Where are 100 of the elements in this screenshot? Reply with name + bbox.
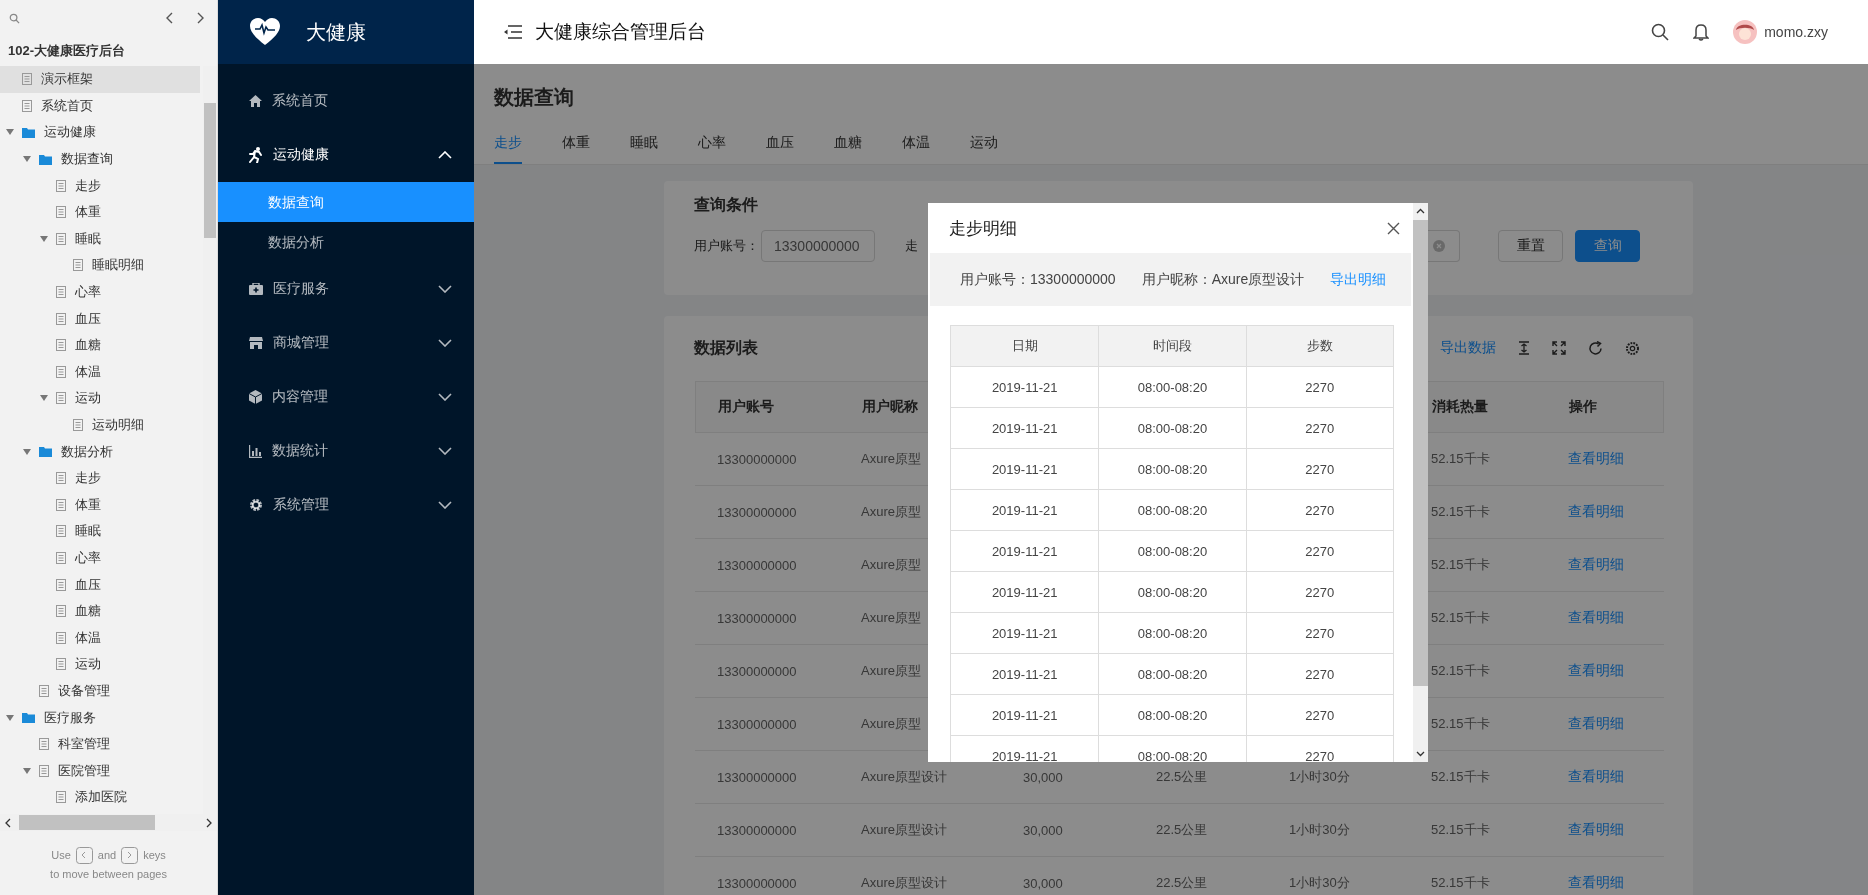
table-cell: 2270 xyxy=(1245,531,1393,571)
tree-item[interactable]: 血糖 xyxy=(0,331,200,359)
tree-item[interactable]: 添加医院 xyxy=(0,784,200,811)
tree-item[interactable]: 走步 xyxy=(0,464,200,492)
expand-triangle-icon[interactable] xyxy=(23,448,31,455)
scrollbar-thumb[interactable] xyxy=(19,815,155,830)
card-title: 数据列表 xyxy=(694,337,758,358)
user-name[interactable]: momo.zxy xyxy=(1764,24,1828,40)
table-cell: 08:00-08:20 xyxy=(1098,449,1246,489)
hint-text: Use xyxy=(51,849,71,861)
tree-item[interactable]: 睡眠明细 xyxy=(0,252,200,279)
menu-item[interactable]: 内容管理 xyxy=(218,370,474,424)
tree-item[interactable]: 运动明细 xyxy=(0,411,200,439)
table-cell: 08:00-08:20 xyxy=(1098,695,1246,735)
tab[interactable]: 血压 xyxy=(766,134,794,164)
page-icon xyxy=(73,259,83,272)
menu-item[interactable]: 系统首页 xyxy=(218,74,474,128)
tab[interactable]: 心率 xyxy=(698,134,726,164)
row-height-icon[interactable] xyxy=(1518,341,1530,355)
menu-item[interactable]: 医疗服务 xyxy=(218,262,474,316)
scrollbar-thumb[interactable] xyxy=(1413,220,1428,686)
table-cell: 08:00-08:20 xyxy=(1098,367,1246,407)
table-cell-text: 2019-11-21 xyxy=(990,460,1059,479)
table-cell: 08:00-08:20 xyxy=(1098,736,1246,762)
page-icon xyxy=(56,552,66,564)
bell-icon[interactable] xyxy=(1693,23,1710,41)
expand-triangle-icon[interactable] xyxy=(23,767,31,774)
previous-page-icon[interactable] xyxy=(165,12,175,24)
tab[interactable]: 睡眠 xyxy=(630,134,658,164)
tree-item[interactable]: 运动 xyxy=(0,385,200,412)
tab[interactable]: 体重 xyxy=(562,134,590,164)
card-title: 查询条件 xyxy=(694,195,758,215)
tab[interactable]: 血糖 xyxy=(834,134,862,164)
hint-text: and xyxy=(97,849,117,861)
menu-fold-icon[interactable] xyxy=(504,25,522,39)
tree-item[interactable]: 心率 xyxy=(0,544,200,572)
table-cell: Axure原型 xyxy=(861,610,921,625)
tree-item[interactable]: 系统首页 xyxy=(0,92,200,120)
menu-item[interactable]: 商城管理 xyxy=(218,316,474,370)
close-icon[interactable] xyxy=(1387,221,1400,235)
tree-item[interactable]: 医院管理 xyxy=(0,757,200,785)
submenu-item[interactable]: 数据分析 xyxy=(218,222,474,262)
cube-icon xyxy=(249,390,262,404)
table-cell: 13300000000 xyxy=(717,716,797,732)
tree-item[interactable]: 医疗服务 xyxy=(0,704,200,731)
expand-triangle-icon[interactable] xyxy=(40,235,48,242)
menu-item[interactable]: 数据统计 xyxy=(218,424,474,478)
runner-icon xyxy=(249,147,263,163)
tree-item[interactable]: 数据查询 xyxy=(0,145,200,173)
settings-icon[interactable] xyxy=(1625,340,1640,356)
tab[interactable]: 运动 xyxy=(970,134,998,164)
tree-item[interactable]: 运动健康 xyxy=(0,119,200,146)
tree-item[interactable]: 睡眠 xyxy=(0,225,200,253)
expand-triangle-icon[interactable] xyxy=(40,395,48,402)
table-cell: 13300000000 xyxy=(717,557,797,573)
tab[interactable]: 体温 xyxy=(902,134,930,164)
scrollbar-thumb[interactable] xyxy=(204,103,216,238)
tree-item[interactable]: 体重 xyxy=(0,491,200,519)
tree-item[interactable]: 血压 xyxy=(0,305,200,332)
fullscreen-icon[interactable] xyxy=(1552,341,1566,355)
tree-item[interactable]: 血压 xyxy=(0,571,200,598)
info-text: 用户昵称：Axure原型设计 xyxy=(1141,270,1305,289)
expand-triangle-icon[interactable] xyxy=(23,156,31,163)
next-page-icon[interactable] xyxy=(195,12,205,24)
reset-button[interactable]: 重置 xyxy=(1498,230,1563,262)
table-cell: 22.5公里 xyxy=(1156,769,1208,784)
menu-item[interactable]: 运动健康 xyxy=(218,128,474,182)
tree-item[interactable]: 设备管理 xyxy=(0,677,200,705)
page-icon xyxy=(56,791,66,804)
refresh-icon[interactable] xyxy=(1588,340,1603,356)
page-icon xyxy=(73,419,83,431)
account-field[interactable]: 13300000000 xyxy=(761,230,875,262)
page-icon xyxy=(56,658,66,671)
table-cell: 2270 xyxy=(1245,654,1393,694)
tree-item[interactable]: 演示框架 xyxy=(0,66,200,93)
expand-triangle-icon[interactable] xyxy=(6,129,14,136)
table-cell: 30,000 xyxy=(1023,822,1063,838)
menu-item[interactable]: 系统管理 xyxy=(218,478,474,532)
table-cell: 08:00-08:20 xyxy=(1098,531,1246,571)
table-cell: 52.15千卡 xyxy=(1431,769,1490,784)
page-icon xyxy=(56,498,66,511)
page-icon xyxy=(56,312,66,325)
tree-item[interactable]: 心率 xyxy=(0,278,200,306)
tree-item[interactable]: 体温 xyxy=(0,358,200,386)
table-cell: 13300000000 xyxy=(717,610,797,626)
expand-triangle-icon[interactable] xyxy=(6,714,14,721)
tree-item[interactable]: 血糖 xyxy=(0,597,200,625)
tree-item[interactable]: 睡眠 xyxy=(0,518,200,545)
column-header: 消耗热量 xyxy=(1432,398,1488,414)
tree-item[interactable]: 运动 xyxy=(0,651,200,678)
tree-item[interactable]: 走步 xyxy=(0,172,200,199)
table-cell: 13300000000 xyxy=(717,504,797,520)
tree-item[interactable]: 科室管理 xyxy=(0,730,200,758)
avatar[interactable] xyxy=(1733,20,1758,44)
page-icon xyxy=(56,472,66,485)
search-icon[interactable] xyxy=(1651,23,1670,41)
tree-item[interactable]: 体温 xyxy=(0,624,200,652)
tree-item[interactable]: 数据分析 xyxy=(0,438,200,465)
tree-item[interactable]: 体重 xyxy=(0,198,200,226)
store-icon xyxy=(249,337,263,349)
